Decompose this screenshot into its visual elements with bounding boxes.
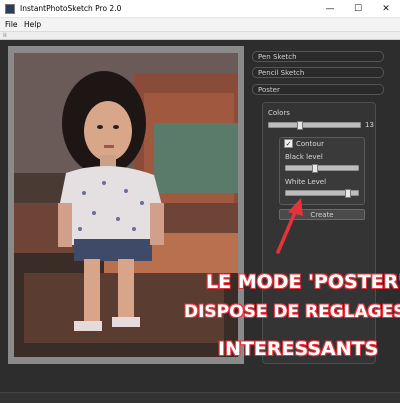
close-button[interactable]: ✕ — [372, 0, 400, 18]
menu-bar: File Help — [0, 18, 400, 32]
black-level-slider-thumb[interactable] — [312, 164, 319, 173]
colors-slider[interactable] — [268, 122, 361, 128]
menu-help[interactable]: Help — [24, 20, 41, 29]
annotation-line-2: DISPOSE DE REGLAGES — [184, 302, 400, 322]
maximize-icon: ☐ — [353, 4, 363, 14]
annotation-line-1: LE MODE 'POSTER' — [206, 271, 400, 293]
black-level-slider[interactable] — [285, 165, 359, 171]
section-pencil-sketch[interactable]: Pencil Sketch — [252, 67, 384, 78]
colors-value: 13 — [365, 121, 374, 129]
white-level-label: White Level — [285, 178, 327, 186]
window-title: InstantPhotoSketch Pro 2.0 — [20, 4, 122, 13]
annotation-arrow-icon — [276, 198, 303, 254]
section-label: Pencil Sketch — [258, 69, 305, 77]
toolbar-grip-icon: ⁞⁞ — [3, 32, 7, 39]
menu-file[interactable]: File — [5, 20, 18, 29]
status-bar — [0, 392, 400, 403]
minimize-icon: — — [325, 4, 335, 14]
contour-label: Contour — [296, 140, 324, 148]
section-pen-sketch[interactable]: Pen Sketch — [252, 51, 384, 62]
colors-label: Colors — [268, 109, 290, 117]
minimize-button[interactable]: — — [316, 0, 344, 18]
annotation-line-3: INTERESSANTS — [218, 338, 379, 360]
close-icon: ✕ — [382, 4, 390, 14]
section-label: Pen Sketch — [258, 53, 297, 61]
app-icon — [5, 4, 15, 14]
toolbar-strip: ⁞⁞ — [0, 32, 400, 40]
black-level-label: Black level — [285, 153, 323, 161]
section-label: Poster — [258, 86, 280, 94]
checkmark-icon: ✓ — [285, 140, 292, 148]
title-bar: InstantPhotoSketch Pro 2.0 — ☐ ✕ — [0, 0, 400, 18]
maximize-button[interactable]: ☐ — [344, 0, 372, 18]
section-poster[interactable]: Poster — [252, 84, 384, 95]
contour-checkbox[interactable]: ✓ — [284, 139, 293, 148]
colors-slider-thumb[interactable] — [296, 121, 303, 130]
white-level-slider-thumb[interactable] — [344, 189, 351, 198]
